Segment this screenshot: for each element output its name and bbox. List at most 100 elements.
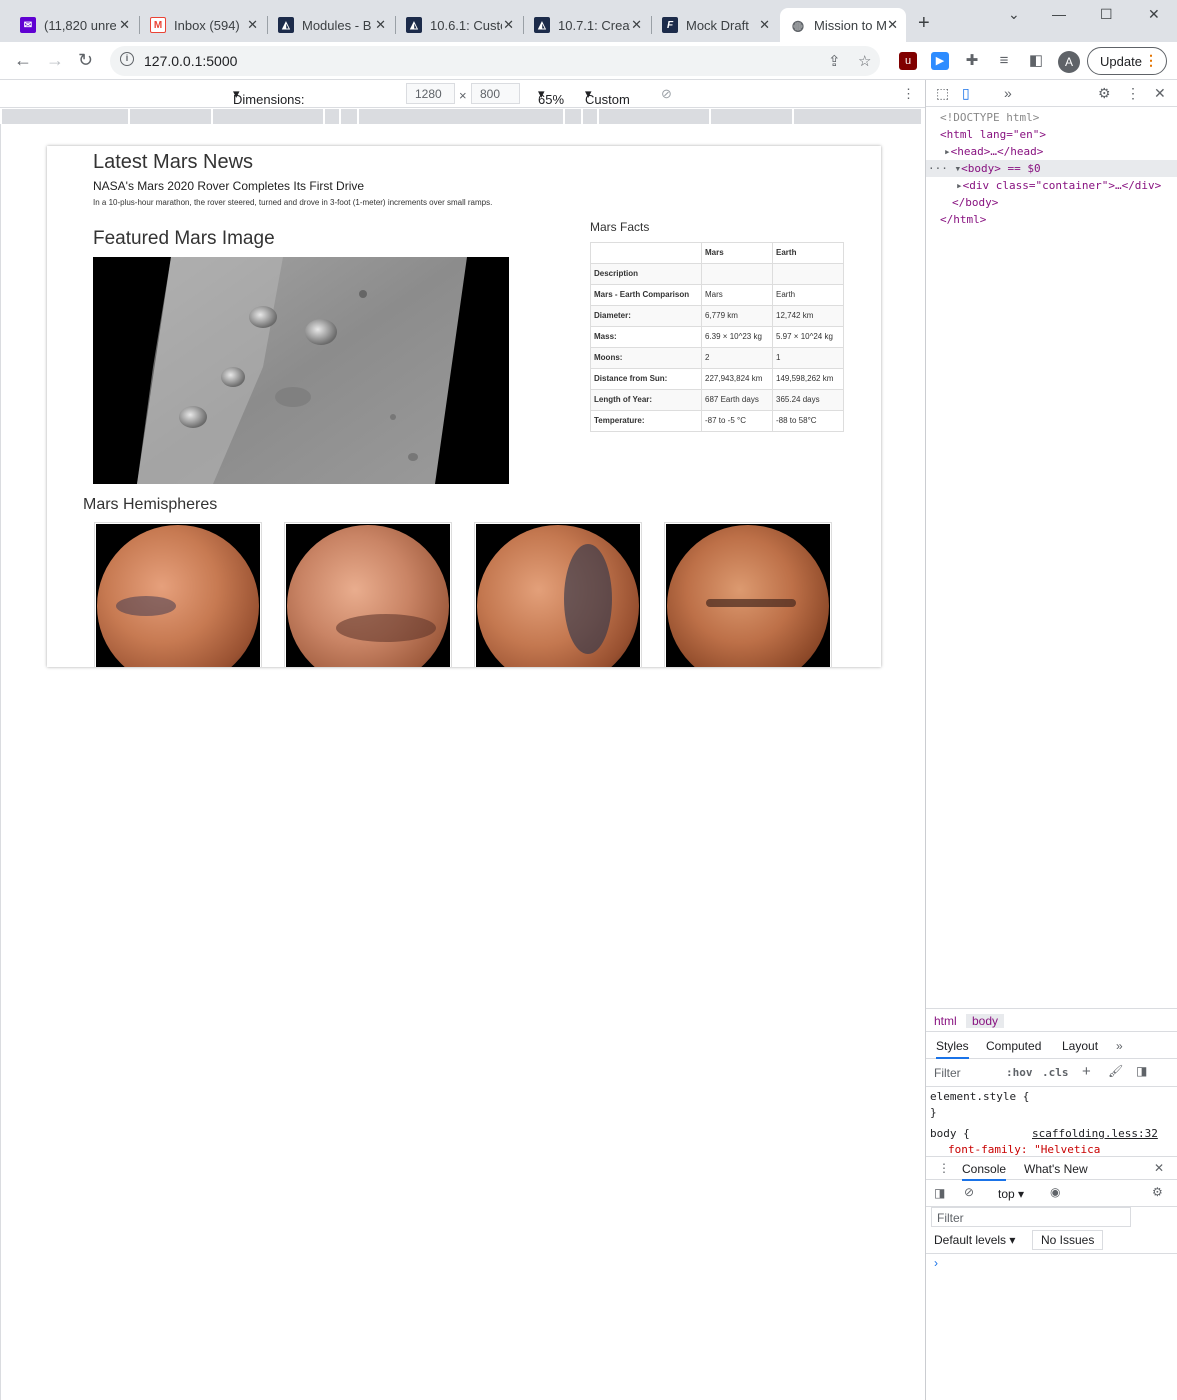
tab-yahoo-mail[interactable]: ✉ (11,820 unre ✕ <box>10 8 138 42</box>
console-prompt-icon[interactable]: › <box>934 1256 938 1270</box>
more-panels-icon[interactable]: » <box>1004 85 1012 101</box>
devtools-tabbar: ⬚ ▯ » ⚙ ⋮ ✕ <box>926 80 1177 107</box>
device-select[interactable]: Dimensions: Nest Hub Max ▾ <box>233 86 305 137</box>
media-query-ruler[interactable] <box>2 109 923 124</box>
console-sidebar-icon[interactable]: ◨ <box>934 1186 945 1200</box>
hov-toggle[interactable]: :hov <box>1006 1066 1033 1079</box>
tab-10-7-1[interactable]: ◭ 10.7.1: Creat ✕ <box>524 8 650 42</box>
dom-node-body-selected[interactable]: ··· ▾<body> == $0 <box>926 160 1177 177</box>
hemisphere-globe <box>667 525 829 667</box>
hemisphere-valles-marineris-thumbnail[interactable] <box>664 522 832 667</box>
zoom-extension-icon[interactable]: ▶ <box>931 52 949 70</box>
row-label: Length of Year: <box>590 389 702 411</box>
tab-whats-new[interactable]: What's New <box>1024 1162 1088 1176</box>
close-icon[interactable]: ✕ <box>503 17 514 33</box>
zoom-select[interactable]: 65% ▾ <box>538 86 564 107</box>
table-row: Distance from Sun: 227,943,824 km 149,598,… <box>590 368 844 390</box>
news-section-title: Latest Mars News <box>93 151 254 173</box>
sidebar-toggle-icon[interactable]: ◨ <box>1136 1064 1147 1078</box>
side-panel-icon[interactable]: ◧ <box>1027 52 1045 70</box>
device-height-input[interactable]: 800 <box>471 83 520 104</box>
profile-avatar[interactable]: A <box>1058 51 1080 73</box>
cls-toggle[interactable]: .cls <box>1042 1066 1069 1079</box>
forward-button[interactable]: → <box>46 50 64 71</box>
context-select[interactable]: top ▾ <box>998 1187 1024 1201</box>
breadcrumb-body[interactable]: body <box>966 1014 1005 1028</box>
close-icon[interactable]: ✕ <box>631 17 642 33</box>
row-label: Distance from Sun: <box>590 368 702 390</box>
maximize-button[interactable]: ☐ <box>1100 6 1113 23</box>
fanspeak-icon: F <box>662 17 678 33</box>
close-drawer-icon[interactable]: ✕ <box>1154 1161 1164 1175</box>
media-control-icon[interactable]: ≡ <box>995 52 1013 70</box>
tab-styles[interactable]: Styles <box>936 1039 969 1059</box>
dom-node-doctype[interactable]: <!DOCTYPE html> <box>940 109 1039 126</box>
paint-icon[interactable]: 🖌 <box>1108 1064 1123 1078</box>
element-style-rule[interactable]: element.style { } <box>930 1089 1029 1121</box>
table-header-row: Mars Earth <box>590 242 844 264</box>
breadcrumb-html[interactable]: html <box>934 1014 957 1028</box>
tab-console[interactable]: Console <box>962 1162 1007 1181</box>
share-icon[interactable]: ⇪ <box>828 52 841 70</box>
extensions-puzzle-icon[interactable]: ✚ <box>963 52 981 70</box>
dom-node-html[interactable]: <html lang="en"> <box>940 126 1046 143</box>
settings-gear-icon[interactable]: ⚙ <box>1098 85 1111 102</box>
tab-modules[interactable]: ◭ Modules - B ✕ <box>268 8 394 42</box>
device-toggle-icon[interactable]: ▯ <box>962 85 970 102</box>
hemisphere-cerberus-thumbnail[interactable] <box>94 522 262 667</box>
console-settings-icon[interactable]: ⚙ <box>1152 1185 1163 1199</box>
drawer-menu-icon[interactable]: ⋮ <box>938 1161 950 1175</box>
hemisphere-schiaparelli-thumbnail[interactable] <box>284 522 452 667</box>
mars-value: 6,779 km <box>701 305 773 327</box>
devtools-menu-icon[interactable]: ⋮ <box>1126 85 1140 102</box>
close-icon[interactable]: ✕ <box>887 17 898 33</box>
styles-filter-input[interactable]: Filter <box>934 1066 961 1080</box>
log-levels-select[interactable]: Default levels ▾ <box>934 1233 1015 1247</box>
mars-value: 687 Earth days <box>701 389 773 411</box>
close-window-button[interactable]: ✕ <box>1148 6 1160 23</box>
inspect-element-icon[interactable]: ⬚ <box>936 85 949 102</box>
hemisphere-syrtis-major-thumbnail[interactable] <box>474 522 642 667</box>
yahoo-mail-icon: ✉ <box>20 17 36 33</box>
tab-mission-to-mars[interactable]: ◍ Mission to M ✕ <box>780 8 906 42</box>
device-more-icon[interactable]: ⋮ <box>902 86 915 102</box>
tab-layout[interactable]: Layout <box>1062 1039 1098 1053</box>
stylesheet-link[interactable]: scaffolding.less:32 <box>1032 1126 1158 1142</box>
tab-mock-draft[interactable]: F Mock Draft ✕ <box>652 8 778 42</box>
dom-node-body-close[interactable]: </body> <box>952 194 998 211</box>
tab-computed[interactable]: Computed <box>986 1039 1041 1053</box>
bookmark-star-icon[interactable]: ☆ <box>858 52 871 70</box>
dom-node-container[interactable]: ▸<div class="container">…</div> <box>956 177 1161 194</box>
minimize-button[interactable]: — <box>1052 6 1066 22</box>
close-icon[interactable]: ✕ <box>247 17 258 33</box>
dom-node-html-close[interactable]: </html> <box>940 211 986 228</box>
throttle-select[interactable]: Custom ▾ <box>585 86 630 107</box>
row-label: Diameter: <box>590 305 702 327</box>
mars-value <box>701 263 773 285</box>
update-button[interactable]: Update ⋮ <box>1087 47 1167 75</box>
more-tabs-icon[interactable]: » <box>1116 1039 1123 1053</box>
issues-button[interactable]: No Issues <box>1032 1230 1104 1250</box>
close-icon[interactable]: ✕ <box>375 17 386 33</box>
new-rule-icon[interactable]: + <box>1082 1063 1091 1080</box>
reload-button[interactable]: ↻ <box>78 50 93 71</box>
ublock-icon[interactable]: u <box>899 52 917 70</box>
live-expression-eye-icon[interactable]: ◉ <box>1050 1185 1060 1199</box>
device-width-input[interactable]: 1280 <box>406 83 455 104</box>
site-info-icon[interactable]: i <box>120 52 134 66</box>
body-style-rule[interactable]: body {scaffolding.less:32 font-family: "… <box>930 1126 1158 1158</box>
dom-node-head[interactable]: ▸<head>…</head> <box>944 143 1043 160</box>
console-filter-input[interactable]: Filter <box>931 1207 1131 1227</box>
close-devtools-icon[interactable]: ✕ <box>1154 85 1166 102</box>
new-tab-button[interactable]: + <box>918 12 930 35</box>
tab-10-6-1[interactable]: ◭ 10.6.1: Custo ✕ <box>396 8 522 42</box>
close-icon[interactable]: ✕ <box>759 17 770 33</box>
tab-gmail[interactable]: M Inbox (594) ✕ <box>140 8 266 42</box>
back-button[interactable]: ← <box>14 50 32 71</box>
close-icon[interactable]: ✕ <box>119 17 130 33</box>
clear-console-icon[interactable]: ⊘ <box>964 1185 974 1199</box>
earth-value: 12,742 km <box>772 305 844 327</box>
hemispheres-title: Mars Hemispheres <box>83 496 218 513</box>
address-bar[interactable]: i 127.0.0.1:5000 ⇪ ☆ <box>110 46 880 76</box>
tab-search-icon[interactable]: ⌄ <box>1008 6 1020 23</box>
